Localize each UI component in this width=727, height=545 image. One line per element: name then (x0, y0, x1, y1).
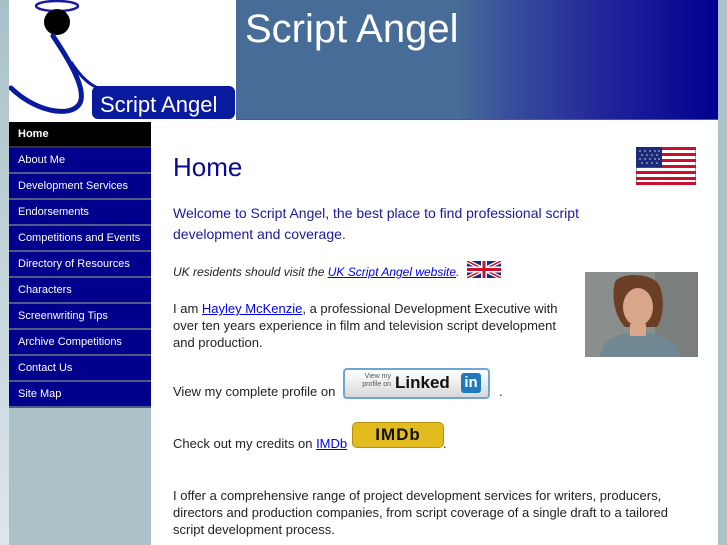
services-text: I offer a comprehensive range of project… (173, 488, 668, 537)
svg-text:Script Angel: Script Angel (100, 92, 217, 117)
background-right (718, 0, 727, 545)
imdb-suffix: . (443, 436, 447, 451)
uk-note-prefix: UK residents should visit the (173, 265, 328, 279)
linkedin-in-icon: in (461, 373, 481, 393)
nav-item-development-services[interactable]: Development Services (9, 174, 151, 200)
nav-item-screenwriting-tips[interactable]: Screenwriting Tips (9, 304, 151, 330)
intro-prefix: I am (173, 301, 202, 316)
background-left (0, 0, 9, 545)
header-banner: Script Angel (236, 0, 718, 120)
uk-note: UK residents should visit the UK Script … (173, 265, 459, 279)
page-title: Home (173, 152, 243, 182)
linkedin-profile-button[interactable]: View my profile on Linked in (343, 368, 490, 399)
nav-item-about-me[interactable]: About Me (9, 148, 151, 174)
nav-item-characters[interactable]: Characters (9, 278, 151, 304)
us-flag-icon[interactable] (636, 147, 696, 185)
uk-flag-icon[interactable] (467, 261, 501, 278)
site-title: Script Angel (245, 7, 459, 51)
header: Script Angel Script Angel (8, 0, 718, 120)
sidebar-nav: Home About Me Development Services Endor… (9, 122, 151, 545)
linkedin-line: View my complete profile on (173, 384, 336, 399)
imdb-line: Check out my credits on IMDb (173, 436, 347, 451)
linkedin-suffix: . (499, 384, 503, 399)
imdb-prefix: Check out my credits on (173, 436, 317, 451)
uk-note-suffix: . (456, 265, 460, 279)
hayley-mckenzie-link[interactable]: Hayley McKenzie (202, 301, 302, 316)
imdb-logo-button[interactable]: IMDb (352, 422, 444, 448)
uk-site-link[interactable]: UK Script Angel website (328, 265, 456, 279)
angel-logo-icon: Script Angel (8, 0, 235, 119)
nav-item-site-map[interactable]: Site Map (9, 382, 151, 408)
welcome-text: Welcome to Script Angel, the best place … (173, 205, 579, 242)
linkedin-badge-small-text: View my profile on (362, 373, 391, 388)
nav-item-endorsements[interactable]: Endorsements (9, 200, 151, 226)
nav-item-directory-resources[interactable]: Directory of Resources (9, 252, 151, 278)
imdb-link[interactable]: IMDb (316, 436, 347, 451)
nav-item-archive-competitions[interactable]: Archive Competitions (9, 330, 151, 356)
linkedin-wordmark: Linked (395, 373, 450, 392)
site-logo[interactable]: Script Angel (8, 0, 236, 120)
nav-item-home[interactable]: Home (9, 122, 151, 148)
nav-item-competitions-events[interactable]: Competitions and Events (9, 226, 151, 252)
intro-text: I am Hayley McKenzie, a professional Dev… (173, 300, 568, 351)
profile-photo (585, 272, 698, 357)
nav-item-contact-us[interactable]: Contact Us (9, 356, 151, 382)
page: Script Angel Script Angel Home About Me … (8, 0, 718, 545)
